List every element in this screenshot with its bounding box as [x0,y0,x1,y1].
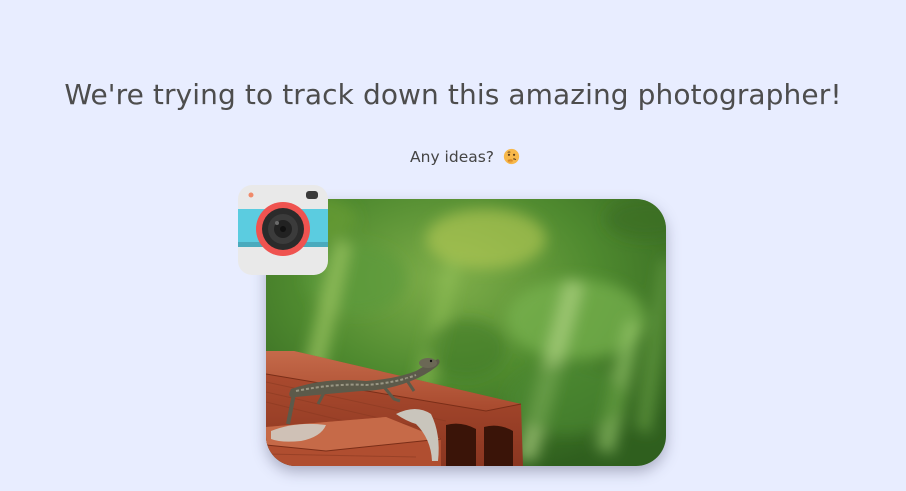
page: We're trying to track down this amazing … [0,0,906,491]
page-title: We're trying to track down this amazing … [64,78,842,111]
subtitle-row: Any ideas? [0,148,906,166]
camera-icon [238,185,328,275]
subtitle-text: Any ideas? [410,148,495,166]
thinking-face-icon [503,148,520,165]
